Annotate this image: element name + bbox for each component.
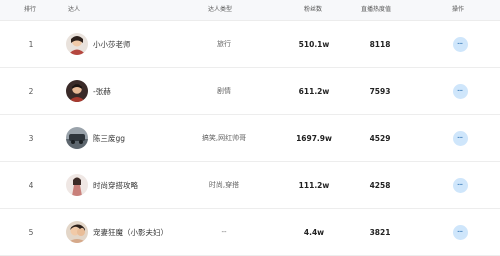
- avatar[interactable]: [66, 221, 88, 243]
- influencer-cell[interactable]: 时尚穿搭攻略: [66, 162, 138, 208]
- action-cell: ···: [448, 115, 472, 161]
- more-dots-icon: ···: [457, 181, 463, 189]
- avatar[interactable]: [66, 127, 88, 149]
- type-cell: 搞笑,网红帅哥: [201, 134, 247, 142]
- more-dots-icon: ···: [457, 40, 463, 48]
- more-button[interactable]: ···: [452, 83, 468, 99]
- ranking-table: 排行 达人 达人类型 粉丝数 直播热度值 操作 1 小小莎老师 旅行 510.1…: [0, 0, 500, 256]
- more-button[interactable]: ···: [452, 177, 468, 193]
- table-row: 1 小小莎老师 旅行 510.1w 8118 ···: [0, 21, 500, 68]
- fans-cell: 1697.9w: [296, 133, 332, 143]
- heat-cell: 8118: [369, 39, 391, 49]
- header-influencer: 达人: [68, 6, 81, 13]
- table-row: 4 时尚穿搭攻略 时尚,穿搭 111.2w 4258 ···: [0, 162, 500, 209]
- influencer-name[interactable]: 陈三废gg: [93, 133, 125, 144]
- table-row: 3 陈三废gg 搞笑,网红帅哥 1697.9w 4529 ···: [0, 115, 500, 162]
- fans-cell: 111.2w: [298, 180, 330, 190]
- heat-cell: 4529: [369, 133, 391, 143]
- influencer-name[interactable]: 宠妻狂魔（小影夫妇）: [93, 227, 168, 238]
- more-dots-icon: ···: [457, 87, 463, 95]
- influencer-cell[interactable]: -张赫: [66, 68, 111, 114]
- fans-cell: 611.2w: [298, 86, 330, 96]
- table-row: 2 -张赫 剧情 611.2w 7593 ···: [0, 68, 500, 115]
- action-cell: ···: [448, 162, 472, 208]
- header-action: 操作: [452, 6, 465, 13]
- more-button[interactable]: ···: [452, 36, 468, 52]
- action-cell: ···: [448, 21, 472, 67]
- influencer-name[interactable]: 时尚穿搭攻略: [93, 180, 138, 191]
- header-type: 达人类型: [208, 6, 233, 13]
- rank-cell: 5: [28, 227, 34, 237]
- rank-cell: 3: [28, 133, 34, 143]
- rank-cell: 2: [28, 86, 34, 96]
- type-cell: --: [221, 228, 227, 236]
- action-cell: ···: [448, 209, 472, 255]
- header-heat: 直播热度值: [361, 6, 392, 13]
- rank-cell: 1: [28, 39, 34, 49]
- avatar-photo-icon: [66, 221, 88, 243]
- header-fans: 粉丝数: [304, 6, 323, 13]
- avatar-photo-icon: [66, 80, 88, 102]
- type-cell: 时尚,穿搭: [208, 181, 240, 189]
- fans-cell: 4.4w: [303, 227, 325, 237]
- type-cell: 剧情: [217, 87, 231, 95]
- fans-cell: 510.1w: [298, 39, 330, 49]
- avatar[interactable]: [66, 80, 88, 102]
- influencer-cell[interactable]: 陈三废gg: [66, 115, 125, 161]
- heat-cell: 7593: [369, 86, 391, 96]
- avatar[interactable]: [66, 174, 88, 196]
- table-header: 排行 达人 达人类型 粉丝数 直播热度值 操作: [0, 0, 500, 21]
- type-cell: 旅行: [217, 40, 231, 48]
- influencer-cell[interactable]: 小小莎老师: [66, 21, 131, 67]
- heat-cell: 3821: [369, 227, 391, 237]
- more-button[interactable]: ···: [452, 224, 468, 240]
- heat-cell: 4258: [369, 180, 391, 190]
- action-cell: ···: [448, 68, 472, 114]
- avatar-photo-icon: [66, 33, 88, 55]
- influencer-cell[interactable]: 宠妻狂魔（小影夫妇）: [66, 209, 168, 255]
- more-button[interactable]: ···: [452, 130, 468, 146]
- avatar[interactable]: [66, 33, 88, 55]
- influencer-name[interactable]: 小小莎老师: [93, 39, 131, 50]
- influencer-name[interactable]: -张赫: [93, 86, 111, 97]
- more-dots-icon: ···: [457, 228, 463, 236]
- avatar-photo-icon: [66, 127, 88, 149]
- rank-cell: 4: [28, 180, 34, 190]
- table-row: 5 宠妻狂魔（小影夫妇） -- 4.4w 3821 ···: [0, 209, 500, 256]
- header-rank: 排行: [24, 6, 37, 13]
- avatar-photo-icon: [66, 174, 88, 196]
- more-dots-icon: ···: [457, 134, 463, 142]
